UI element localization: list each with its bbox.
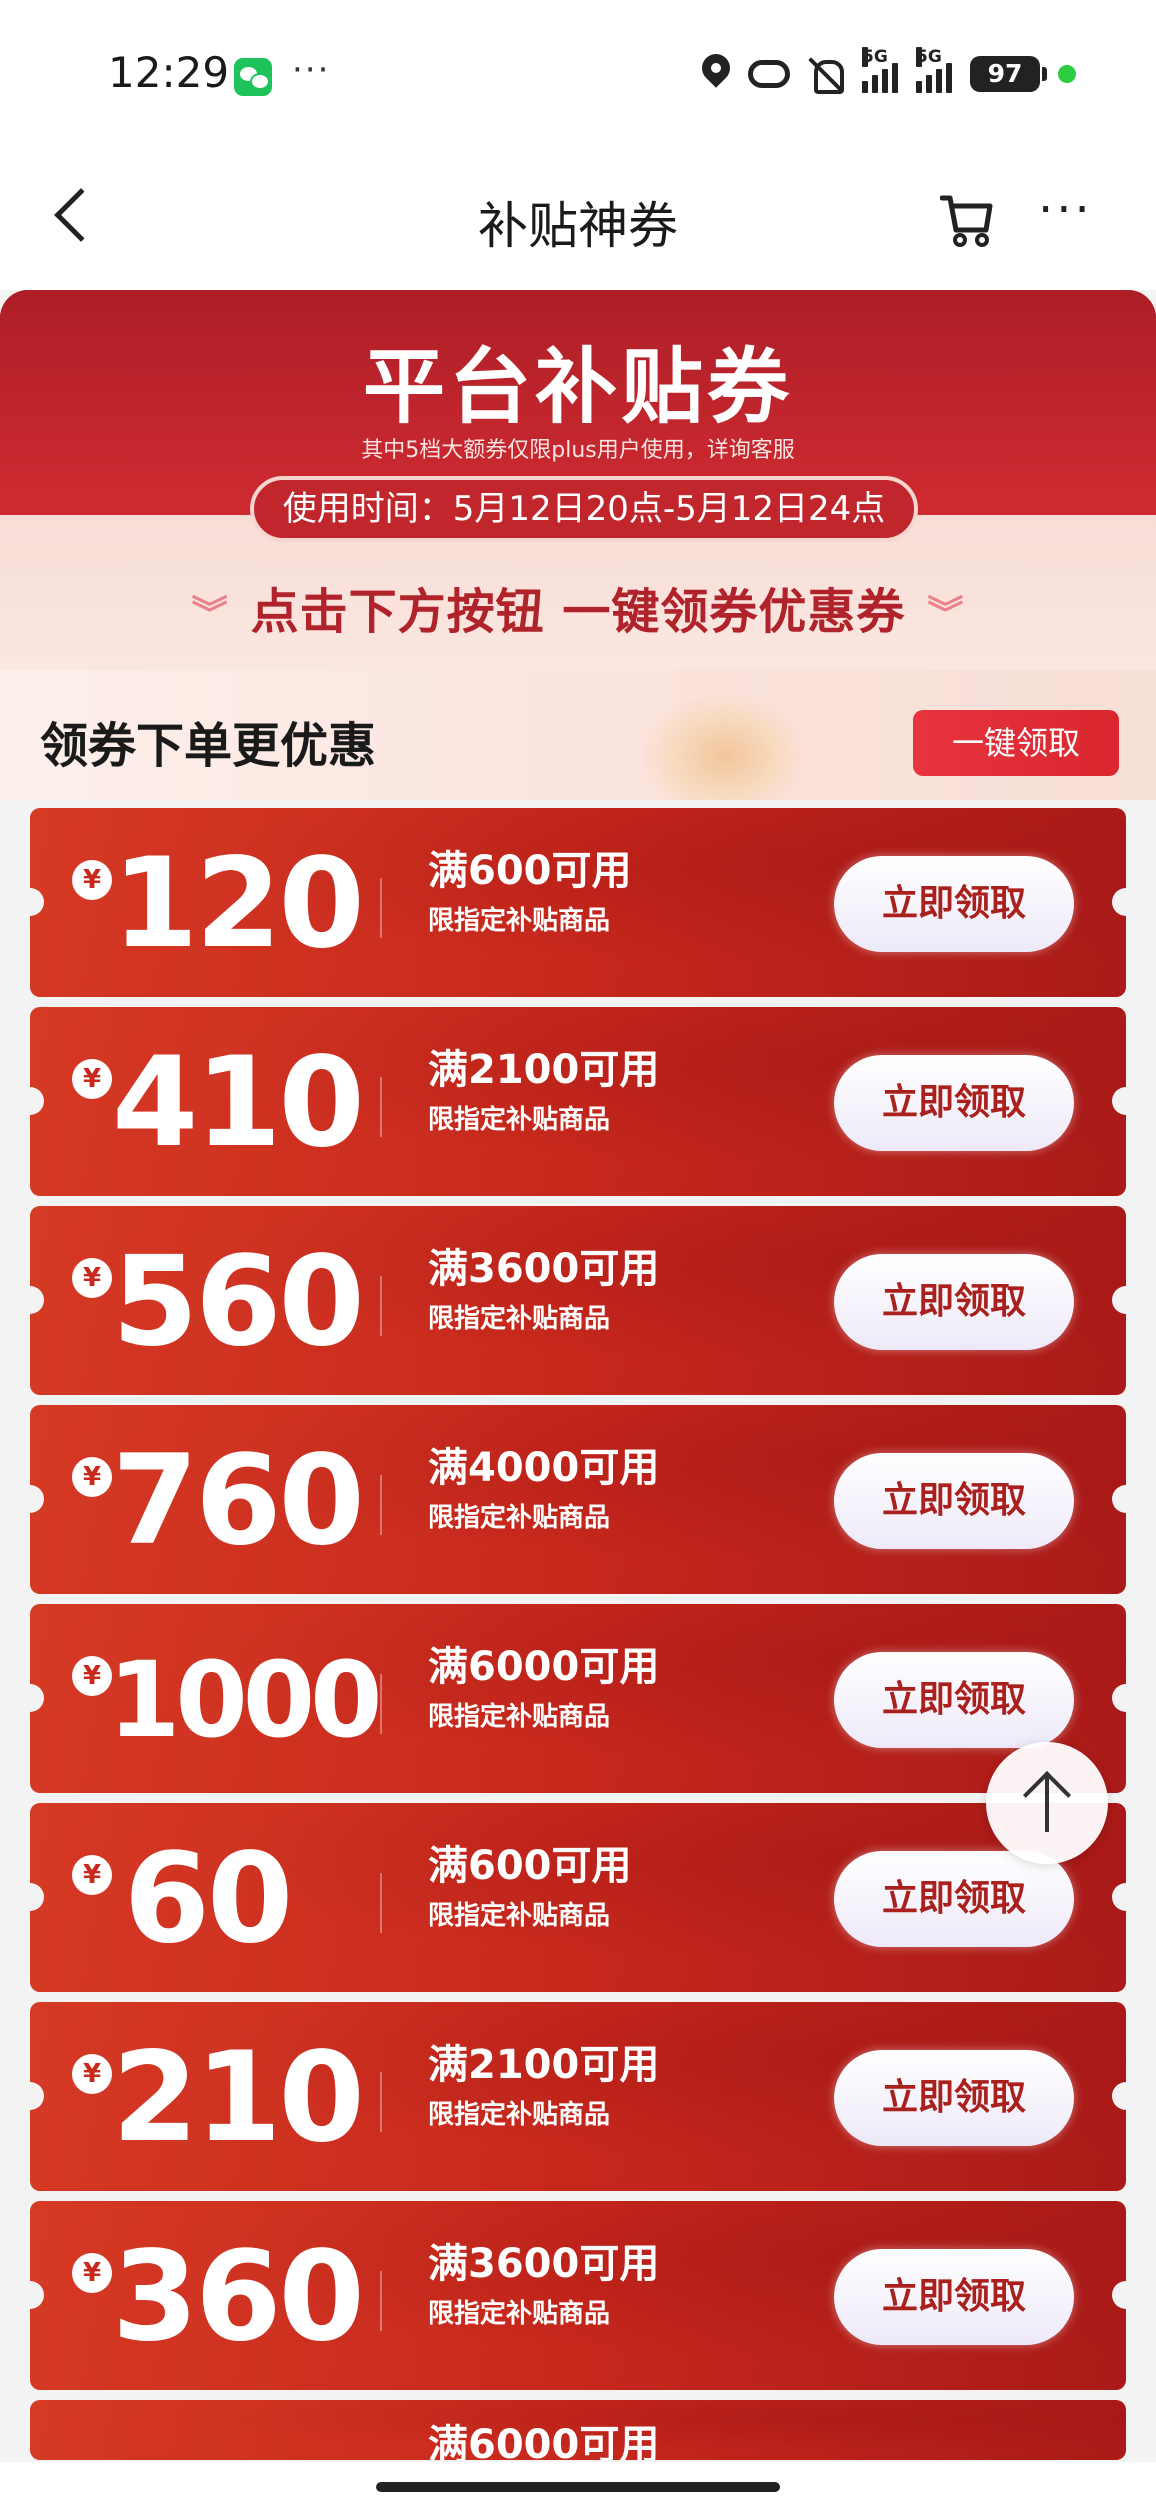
- coupon-condition: 满3600可用: [428, 2241, 660, 2287]
- wechat-icon: [234, 58, 272, 96]
- banner-title: 平台补贴券: [362, 340, 793, 435]
- subsidy-banner: 平台补贴券 其中5档大额券仅限plus用户使用，详询客服 使用时间：5月12日2…: [0, 290, 1156, 670]
- coupon-scope: 限指定补贴商品: [428, 2299, 611, 2329]
- link-icon: [748, 60, 790, 88]
- claim-now-button[interactable]: 立即领取: [834, 1652, 1074, 1748]
- coupon-card: ¥ 560 满3600可用 限指定补贴商品 立即领取: [30, 1206, 1126, 1395]
- coupon-divider: [380, 1077, 382, 1137]
- yen-icon: ¥: [72, 1258, 112, 1298]
- yen-icon: ¥: [72, 2054, 112, 2094]
- coupon-scope: 限指定补贴商品: [428, 1702, 611, 1732]
- double-chevron-down-icon: ︾: [191, 594, 229, 635]
- coupon-scope: 限指定补贴商品: [428, 1901, 611, 1931]
- coupon-amount: 760: [112, 1429, 365, 1573]
- coupon-card: ¥ 410 满2100可用 限指定补贴商品 立即领取: [30, 1007, 1126, 1196]
- click-hint: ︾ 点击下方按钮 一键领券优惠券 ︾: [0, 572, 1156, 642]
- coupon-divider: [380, 2072, 382, 2132]
- usage-time-pill: 使用时间：5月12日20点-5月12日24点: [250, 476, 918, 542]
- coupon-divider: [380, 1276, 382, 1336]
- coupon-condition: 满600可用: [428, 848, 632, 894]
- coupon-amount: 360: [112, 2225, 365, 2369]
- coupon-condition: 满6000可用: [428, 1644, 660, 1690]
- yen-icon: ¥: [72, 1457, 112, 1497]
- banner-subtitle: 其中5档大额券仅限plus用户使用，详询客服: [361, 438, 795, 463]
- location-icon: [702, 54, 730, 94]
- claim-now-button[interactable]: 立即领取: [834, 1254, 1074, 1350]
- arrow-up-icon[interactable]: [986, 1742, 1108, 1864]
- coupon-card: ¥ 60 满600可用 限指定补贴商品 立即领取: [30, 1803, 1126, 1992]
- yen-icon: ¥: [72, 2253, 112, 2293]
- home-bar-area: [0, 2462, 1156, 2510]
- coupon-condition: 满4000可用: [428, 1445, 660, 1491]
- battery-icon: 97: [970, 56, 1047, 92]
- nav-bar: 补贴神券 ···: [0, 150, 1156, 290]
- more-icon[interactable]: ···: [1038, 182, 1093, 238]
- status-more-dots: ···: [292, 50, 331, 90]
- signal-icon: 5G: [862, 47, 898, 93]
- yen-icon: ¥: [72, 1855, 112, 1895]
- coupon-scope: 限指定补贴商品: [428, 906, 611, 936]
- coupon-scope: 限指定补贴商品: [428, 1105, 611, 1135]
- coupon-card: ¥ 120 满600可用 限指定补贴商品 立即领取: [30, 808, 1126, 997]
- coupon-condition: 满3600可用: [428, 1246, 660, 1292]
- coupon-card: ¥ 760 满4000可用 限指定补贴商品 立即领取: [30, 1405, 1126, 1594]
- network-type: 5G: [862, 47, 888, 67]
- coupon-divider: [380, 878, 382, 938]
- status-time: 12:29: [108, 48, 230, 97]
- coupon-amount: 1000: [108, 1639, 382, 1761]
- coupon-amount: 60: [123, 1827, 294, 1971]
- claim-now-button[interactable]: 立即领取: [834, 1453, 1074, 1549]
- yen-icon: ¥: [72, 1059, 112, 1099]
- home-indicator[interactable]: [376, 2482, 780, 2492]
- coupon-list: ¥ 120 满600可用 限指定补贴商品 立即领取 ¥ 410 满2100可用 …: [30, 808, 1126, 2470]
- coupon-card: 满6000可用: [30, 2400, 1126, 2460]
- yen-icon: ¥: [72, 1656, 112, 1696]
- network-type-2: 5G: [916, 47, 942, 67]
- coupon-divider: [380, 1475, 382, 1535]
- signal-icon-2: 5G: [916, 47, 952, 93]
- coupon-scope: 限指定补贴商品: [428, 1304, 611, 1334]
- coupon-amount: 120: [112, 832, 365, 976]
- coupon-scope: 限指定补贴商品: [428, 2100, 611, 2130]
- section-header: 领券下单更优惠 一键领取: [0, 670, 1156, 800]
- coupon-amount: 410: [112, 1031, 365, 1175]
- status-bar: 12:29 ··· 5G 5G 97: [0, 0, 1156, 150]
- coupon-divider: [380, 1873, 382, 1933]
- double-chevron-down-icon: ︾: [927, 594, 965, 635]
- status-icons: 5G 5G 97: [702, 47, 1076, 94]
- coupon-card: ¥ 210 满2100可用 限指定补贴商品 立即领取: [30, 2002, 1126, 2191]
- cart-icon[interactable]: [940, 192, 994, 248]
- coupon-condition: 满6000可用: [428, 2422, 660, 2460]
- claim-now-button[interactable]: 立即领取: [834, 856, 1074, 952]
- coupon-card: ¥ 1000 满6000可用 限指定补贴商品 立即领取: [30, 1604, 1126, 1793]
- coupon-condition: 满2100可用: [428, 1047, 660, 1093]
- coupon-amount: 210: [112, 2026, 365, 2170]
- claim-now-button[interactable]: 立即领取: [834, 1055, 1074, 1151]
- click-hint-text: 点击下方按钮 一键领券优惠券: [250, 584, 906, 640]
- coupon-amount: 560: [112, 1230, 365, 1374]
- indicator-dot: [1058, 65, 1076, 83]
- one-click-claim-button[interactable]: 一键领取: [913, 710, 1119, 776]
- ribbon-decoration: [640, 690, 810, 800]
- yen-icon: ¥: [72, 860, 112, 900]
- coupon-divider: [380, 2271, 382, 2331]
- coupon-condition: 满600可用: [428, 1843, 632, 1889]
- claim-now-button[interactable]: 立即领取: [834, 1851, 1074, 1947]
- mute-icon: [808, 56, 844, 94]
- coupon-divider: [380, 1674, 382, 1734]
- claim-now-button[interactable]: 立即领取: [834, 2249, 1074, 2345]
- claim-now-button[interactable]: 立即领取: [834, 2050, 1074, 2146]
- section-title: 领券下单更优惠: [40, 718, 377, 774]
- coupon-scope: 限指定补贴商品: [428, 1503, 611, 1533]
- coupon-condition: 满2100可用: [428, 2042, 660, 2088]
- coupon-card: ¥ 360 满3600可用 限指定补贴商品 立即领取: [30, 2201, 1126, 2390]
